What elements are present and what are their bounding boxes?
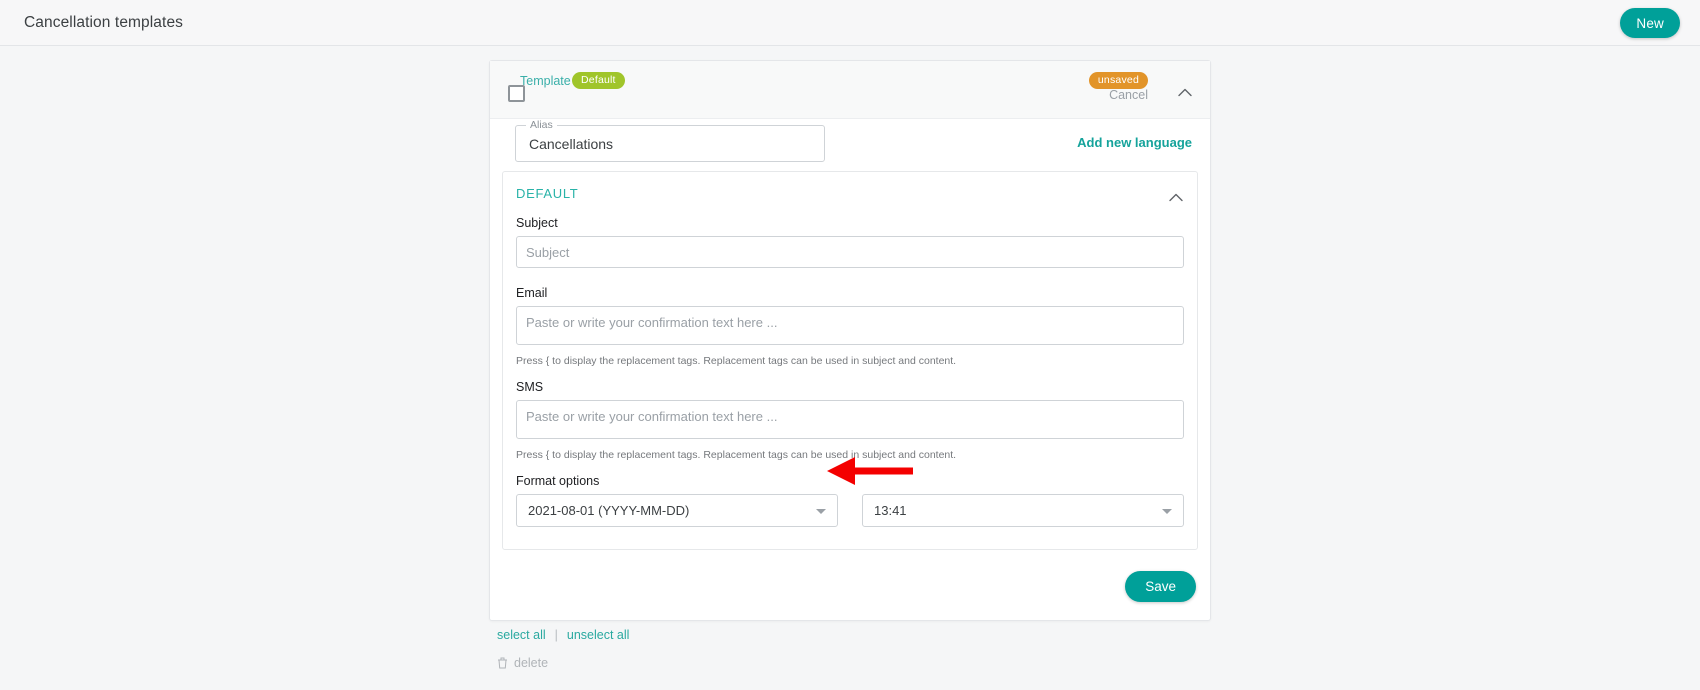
email-label: Email xyxy=(516,286,1184,300)
page-body: Template Default unsaved Cancel Alias Ad… xyxy=(0,46,1700,690)
email-textarea[interactable] xyxy=(516,306,1184,345)
default-panel-header: DEFAULT xyxy=(503,172,1197,216)
sms-textarea[interactable] xyxy=(516,400,1184,439)
date-format-value: 2021-08-01 (YYYY-MM-DD) xyxy=(517,503,689,518)
save-button[interactable]: Save xyxy=(1125,571,1196,602)
time-format-select[interactable]: 13:41 xyxy=(862,494,1184,527)
save-row: Save xyxy=(490,564,1210,620)
template-card: Template Default unsaved Cancel Alias Ad… xyxy=(489,60,1211,621)
alias-legend: Alias xyxy=(526,119,557,131)
unselect-all-link[interactable]: unselect all xyxy=(567,628,630,642)
sms-block: SMS Press { to display the replacement t… xyxy=(503,380,1197,461)
time-format-value: 13:41 xyxy=(863,503,907,518)
subject-label: Subject xyxy=(516,216,1184,230)
trash-icon xyxy=(497,657,508,669)
add-new-language-link[interactable]: Add new language xyxy=(1077,135,1192,150)
email-hint: Press { to display the replacement tags.… xyxy=(516,355,1184,367)
unsaved-badge: unsaved xyxy=(1089,72,1148,89)
email-block: Email Press { to display the replacement… xyxy=(503,286,1197,367)
format-options-row: 2021-08-01 (YYYY-MM-DD) 13:41 xyxy=(503,494,1197,527)
spacer xyxy=(503,461,1197,474)
subject-input[interactable] xyxy=(516,236,1184,268)
alias-row: Alias Add new language xyxy=(490,119,1210,171)
subject-block: Subject xyxy=(503,216,1197,268)
spacer xyxy=(503,268,1197,286)
default-language-panel: DEFAULT Subject Email Press { to display… xyxy=(502,171,1198,550)
select-all-link[interactable]: select all xyxy=(497,628,546,642)
selection-actions: select all | unselect all xyxy=(497,628,629,642)
template-link[interactable]: Template xyxy=(520,74,571,88)
cancel-link[interactable]: Cancel xyxy=(1109,88,1148,102)
default-badge: Default xyxy=(572,72,625,89)
format-options-label: Format options xyxy=(516,474,1184,488)
top-bar: Cancellation templates New xyxy=(0,0,1700,46)
default-panel-title[interactable]: DEFAULT xyxy=(516,186,578,201)
chevron-down-icon xyxy=(1162,509,1172,514)
chevron-up-icon[interactable] xyxy=(1178,88,1192,97)
sms-label: SMS xyxy=(516,380,1184,394)
template-card-header: Template Default unsaved Cancel xyxy=(490,61,1210,119)
format-options-block: Format options xyxy=(503,474,1197,488)
new-button[interactable]: New xyxy=(1620,8,1680,38)
page-title: Cancellation templates xyxy=(24,14,183,32)
separator: | xyxy=(555,628,558,642)
delete-label: delete xyxy=(514,656,548,670)
sms-hint: Press { to display the replacement tags.… xyxy=(516,449,1184,461)
chevron-down-icon xyxy=(816,509,826,514)
delete-button[interactable]: delete xyxy=(497,656,548,670)
spacer xyxy=(503,367,1197,380)
chevron-up-icon[interactable] xyxy=(1169,189,1183,198)
date-format-select[interactable]: 2021-08-01 (YYYY-MM-DD) xyxy=(516,494,838,527)
alias-field[interactable]: Alias xyxy=(515,125,825,162)
alias-input[interactable] xyxy=(527,135,812,153)
